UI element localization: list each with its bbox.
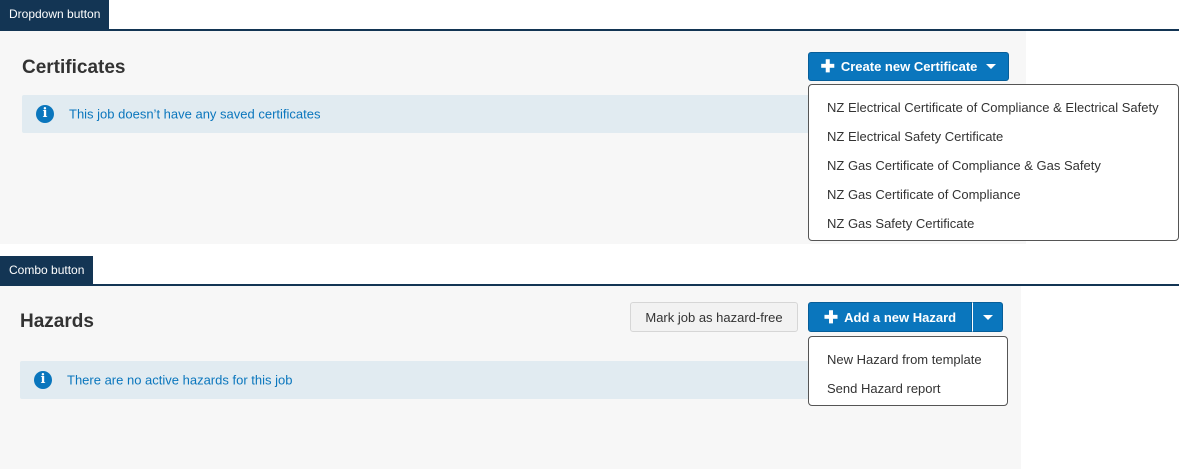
page-title: Certificates [22,57,126,78]
hazard-dropdown-menu: New Hazard from template Send Hazard rep… [808,336,1008,406]
create-certificate-label: Create new Certificate [840,59,978,74]
plus-icon: ✚ [823,307,839,327]
caret-down-icon [986,64,997,69]
section-tag-combo: Combo button [0,256,94,285]
info-alert-text: There are no active hazards for this job [67,372,293,388]
menu-item-nz-gas-safety[interactable]: NZ Gas Safety Certificate [809,209,1178,238]
info-circle-icon: i [36,105,54,123]
create-certificate-button[interactable]: ✚ Create new Certificate [808,52,1009,81]
add-hazard-label: Add a new Hazard [844,309,957,325]
menu-item-nz-gas-coc[interactable]: NZ Gas Certificate of Compliance [809,180,1178,209]
certificate-dropdown-menu: NZ Electrical Certificate of Compliance … [808,84,1179,241]
add-hazard-dropdown-toggle[interactable] [972,302,1003,332]
info-alert: i This job doesn’t have any saved certif… [22,95,824,133]
menu-item-hazard-from-template[interactable]: New Hazard from template [809,345,1007,374]
info-circle-icon: i [34,371,52,389]
info-alert: i There are no active hazards for this j… [20,361,810,399]
plus-icon: ✚ [820,57,835,76]
section-tag-dropdown: Dropdown button [0,0,110,29]
menu-item-nz-electrical-coc-safety[interactable]: NZ Electrical Certificate of Compliance … [809,93,1178,122]
menu-item-nz-gas-coc-safety[interactable]: NZ Gas Certificate of Compliance & Gas S… [809,151,1178,180]
menu-item-send-hazard-report[interactable]: Send Hazard report [809,374,1007,403]
mark-hazard-free-button[interactable]: Mark job as hazard-free [630,302,798,332]
add-hazard-button[interactable]: ✚ Add a new Hazard [808,302,972,332]
caret-down-icon [982,314,993,320]
menu-item-nz-electrical-safety[interactable]: NZ Electrical Safety Certificate [809,122,1178,151]
info-alert-text: This job doesn’t have any saved certific… [69,106,321,122]
section-title: Hazards [20,311,94,332]
